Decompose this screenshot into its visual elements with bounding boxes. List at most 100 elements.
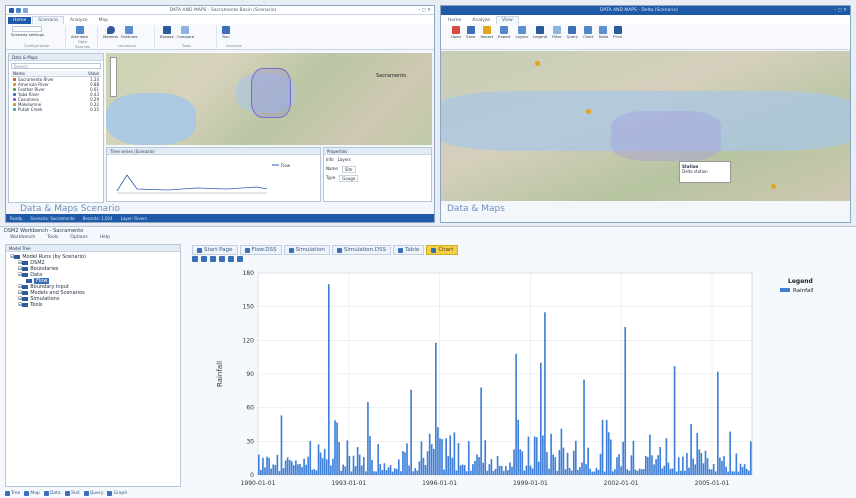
bar <box>579 467 581 475</box>
ribbon-button-open[interactable]: Open <box>451 26 461 39</box>
tab-analyze[interactable]: Analyze <box>65 17 93 24</box>
ribbon-button-export[interactable]: Export <box>498 26 511 39</box>
menu-tools[interactable]: Tools <box>47 235 58 243</box>
ribbon-button-import[interactable]: Import <box>480 26 493 39</box>
ribbon-button-chart[interactable]: Chart <box>583 26 593 39</box>
bar <box>525 465 528 475</box>
doc-tab[interactable]: Simulation.DSS <box>331 245 392 255</box>
map-view-right[interactable]: Station Delta station <box>441 51 850 201</box>
map-marker[interactable] <box>535 61 540 66</box>
bar <box>406 443 408 475</box>
zoom-in-icon[interactable] <box>192 256 198 262</box>
bar <box>529 465 532 475</box>
ribbon-button-legend[interactable]: Legend <box>533 26 547 39</box>
ribbon-button-filter[interactable]: Filter <box>552 26 561 39</box>
ribbon-button-layers[interactable]: Layers <box>516 26 528 39</box>
menu-workbench[interactable]: Workbench <box>10 235 35 243</box>
layers-icon <box>125 26 134 34</box>
tool-text[interactable]: Text <box>64 490 80 496</box>
tab-view[interactable]: View <box>496 16 519 24</box>
doc-tab[interactable]: Simulation <box>283 245 330 255</box>
tree-item[interactable]: ⊟ Tools <box>10 302 176 308</box>
doc-tab[interactable]: Chart <box>426 245 459 255</box>
save-icon[interactable] <box>16 7 21 13</box>
column-value[interactable]: Value <box>88 71 99 76</box>
search-box[interactable]: Search <box>11 63 101 69</box>
add-data-button[interactable]: Add data <box>71 26 88 39</box>
document-tabs: Start Page Flow.DSS Simulation Simulation.D… <box>192 245 459 255</box>
bar <box>612 471 614 475</box>
ribbon-button-query[interactable]: Query <box>566 26 578 39</box>
bar <box>354 466 357 475</box>
markers-button[interactable]: Markers <box>103 26 118 39</box>
marker-icon <box>106 26 115 34</box>
bar <box>395 468 398 475</box>
bar <box>346 440 349 475</box>
tab-home[interactable]: Home <box>8 17 32 24</box>
features-button[interactable]: Features <box>121 26 137 39</box>
props-tab-layers[interactable]: Layers <box>338 157 351 162</box>
map-popup[interactable]: Station Delta station <box>679 161 731 183</box>
tab-analyze[interactable]: Analyze <box>467 17 495 24</box>
tool-data[interactable]: Data <box>43 490 61 496</box>
window-controls[interactable]: – ▢ ✕ <box>834 8 847 13</box>
tool-tree[interactable]: Tree <box>5 490 20 496</box>
model-tree: ⊟ Model Runs (by Scenario) ⊟ DSM2 ⊟ Boundarie… <box>6 252 180 310</box>
browse-button[interactable]: Browse <box>160 26 174 39</box>
menu-options[interactable]: Options <box>70 235 87 243</box>
window-titlebar[interactable]: DATA AND MAPS - Sacramento Basin (Scenar… <box>6 6 434 15</box>
table-row[interactable]: Putah Creek 0.15 <box>11 107 101 112</box>
bottom-titlebar[interactable]: DSM2 Workbench - Sacramento <box>0 227 856 235</box>
zoom-out-icon[interactable] <box>201 256 207 262</box>
doc-tab[interactable]: Flow.DSS <box>239 245 282 255</box>
row-color-icon <box>13 108 16 111</box>
doc-tab[interactable]: Start Page <box>192 245 238 255</box>
map-marker[interactable] <box>586 109 591 114</box>
zoom-control[interactable] <box>110 57 117 97</box>
export-icon[interactable] <box>228 256 234 262</box>
scenario-label: Data & Maps Scenario <box>20 204 120 214</box>
map-view-left[interactable]: Sacramento <box>106 53 432 145</box>
run-button[interactable]: Run <box>222 26 230 39</box>
rainfall-chart[interactable]: 0 30 60 90 120 150 180 1990-01-01 1993-01-01 1996… <box>192 265 852 497</box>
y-tick-label: 60 <box>246 405 254 412</box>
bar <box>424 464 427 475</box>
row-color-icon <box>13 88 16 91</box>
row-color-icon <box>13 98 16 101</box>
bar <box>470 470 472 475</box>
chart-panel: Time series (Scenario) Flow <box>106 147 321 202</box>
ribbon-button-save[interactable]: Save <box>466 26 475 39</box>
field-value[interactable]: Site <box>341 166 356 173</box>
print-icon[interactable] <box>237 256 243 262</box>
pan-icon[interactable] <box>210 256 216 262</box>
bar <box>531 468 534 475</box>
doc-tab[interactable]: Table <box>393 245 425 255</box>
group-label: Configuration <box>23 43 50 48</box>
scenario-settings-button[interactable]: Scenario settings <box>11 26 44 37</box>
tab-scenario[interactable]: Scenario <box>32 16 64 24</box>
x-tick-label: 2005-01-01 <box>695 480 730 487</box>
tool-map[interactable]: Map <box>24 490 40 496</box>
ribbon-button-table[interactable]: Table <box>598 26 608 39</box>
bar <box>453 432 456 475</box>
tool-graph[interactable]: Graph <box>107 490 127 496</box>
bar <box>317 444 320 475</box>
tool-query[interactable]: Query <box>83 490 103 496</box>
ribbon-button-print[interactable]: Print <box>613 26 622 39</box>
open-icon <box>452 26 461 34</box>
tab-map[interactable]: Map <box>94 17 114 24</box>
tab-home[interactable]: Home <box>443 17 466 24</box>
map-marker[interactable] <box>771 184 776 189</box>
select-icon[interactable] <box>219 256 225 262</box>
bar <box>589 468 592 475</box>
window-controls[interactable]: – ▢ ✕ <box>418 8 431 13</box>
properties-panel: Properties Info Layers Name Site Type Gaug… <box>323 147 432 202</box>
compare-button[interactable]: Compare <box>177 26 194 39</box>
window-titlebar[interactable]: DATA AND MAPS - Delta (Scenario) – ▢ ✕ <box>441 6 850 15</box>
menu-help[interactable]: Help <box>100 235 110 243</box>
app-quick-icons[interactable] <box>9 7 28 13</box>
bar <box>729 431 732 475</box>
field-value[interactable]: Gauge <box>339 175 359 182</box>
props-tab-info[interactable]: Info <box>326 157 334 162</box>
column-name[interactable]: Name <box>13 71 88 76</box>
